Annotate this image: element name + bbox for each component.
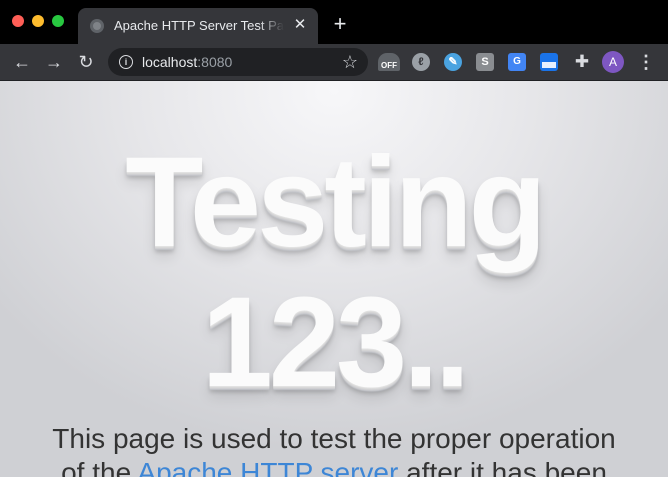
s-extension-icon[interactable]: S: [476, 53, 494, 71]
intro-text-line2: of the Apache HTTP server after it has b…: [0, 456, 668, 477]
url-text[interactable]: localhost:8080: [142, 54, 232, 70]
apache-http-server-link[interactable]: Apache HTTP server: [137, 457, 398, 477]
tab-title: Apache HTTP Server Test Page: [114, 18, 284, 33]
reload-icon[interactable]: ↻: [74, 50, 98, 74]
browser-toolbar: ← → ↻ i localhost:8080 ☆ OFF ℓ ✎ S G ✚ A…: [0, 44, 668, 81]
globe-icon: [90, 19, 104, 33]
intro-text-start: of the: [61, 457, 138, 477]
tab-strip: Apache HTTP Server Test Page ✕ +: [0, 0, 668, 44]
browser-window: Apache HTTP Server Test Page ✕ + ← → ↻ i…: [0, 0, 668, 477]
address-bar[interactable]: i localhost:8080 ☆: [108, 48, 368, 76]
tab-apache-test-page[interactable]: Apache HTTP Server Test Page ✕: [78, 8, 318, 44]
forward-arrow-icon[interactable]: →: [42, 50, 66, 74]
url-host: localhost: [142, 54, 198, 70]
hero-heading-line1: Testing: [125, 131, 547, 274]
intro-text-line1: This page is used to test the proper ope…: [52, 423, 616, 454]
pen-extension-icon[interactable]: ✎: [444, 53, 462, 71]
edit-extension-icon[interactable]: ℓ: [412, 53, 430, 71]
extensions-puzzle-icon[interactable]: ✚: [571, 50, 593, 72]
close-tab-icon[interactable]: ✕: [292, 17, 308, 33]
minimize-window-button[interactable]: [32, 15, 44, 27]
bookmark-star-icon[interactable]: ☆: [342, 52, 358, 72]
new-tab-button[interactable]: +: [330, 13, 350, 35]
zoom-window-button[interactable]: [52, 15, 64, 27]
hero-heading-line2: 123..: [201, 271, 471, 414]
intro-text-end: after it has been: [398, 457, 607, 477]
off-extension-icon[interactable]: OFF: [378, 53, 400, 71]
url-port: :8080: [197, 54, 233, 70]
kebab-menu-icon[interactable]: ⋮: [636, 50, 656, 74]
screenshot-extension-icon[interactable]: [540, 53, 558, 71]
info-icon[interactable]: i: [119, 55, 133, 69]
translate-extension-icon[interactable]: G: [508, 53, 526, 71]
close-window-button[interactable]: [12, 15, 24, 27]
profile-avatar[interactable]: A: [602, 51, 624, 73]
back-arrow-icon[interactable]: ←: [10, 50, 34, 74]
page-content: Testing 123.. This page is used to test …: [0, 81, 668, 477]
